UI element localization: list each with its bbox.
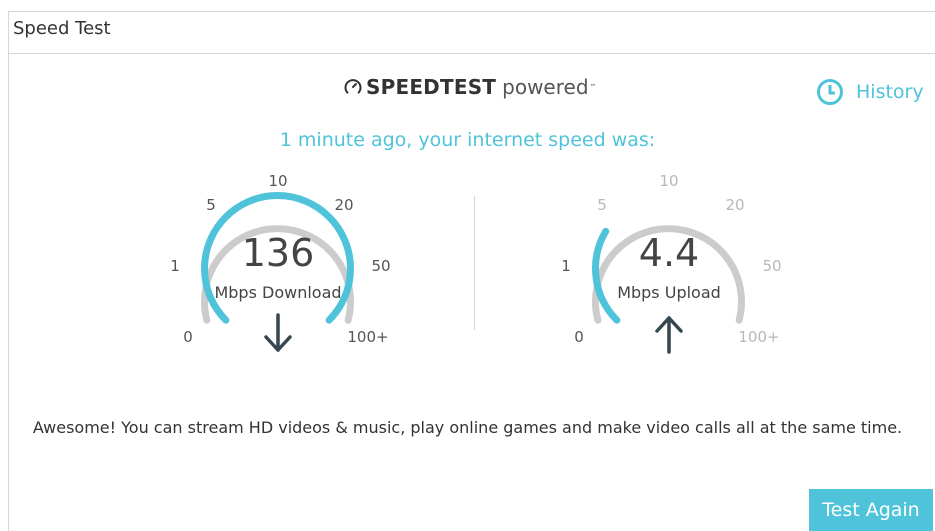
download-tick-5: 5 bbox=[206, 196, 216, 214]
arrow-down-icon bbox=[264, 313, 292, 352]
upload-tick-5: 5 bbox=[597, 196, 607, 214]
gauge-divider bbox=[474, 196, 475, 330]
speed-message: Awesome! You can stream HD videos & musi… bbox=[32, 418, 903, 437]
upload-tick-10: 10 bbox=[659, 172, 678, 190]
upload-tick-1: 1 bbox=[561, 257, 571, 275]
test-again-button[interactable]: Test Again bbox=[809, 489, 933, 531]
download-tick-100: 100+ bbox=[347, 328, 388, 346]
download-gauge: 0 1 5 10 20 50 100+ 136 Mbps Download bbox=[170, 172, 391, 352]
upload-gauge: 0 1 5 10 20 50 100+ 4.4 Mbps Upload bbox=[561, 172, 782, 354]
download-unit: Mbps Download bbox=[214, 283, 341, 302]
download-value: 136 bbox=[242, 231, 315, 275]
arrow-up-icon bbox=[655, 316, 683, 354]
download-tick-0: 0 bbox=[183, 328, 193, 346]
download-tick-20: 20 bbox=[334, 196, 353, 214]
upload-tick-100: 100+ bbox=[738, 328, 779, 346]
download-tick-50: 50 bbox=[371, 257, 390, 275]
upload-tick-20: 20 bbox=[725, 196, 744, 214]
upload-tick-50: 50 bbox=[762, 257, 781, 275]
upload-value: 4.4 bbox=[639, 231, 699, 275]
download-tick-1: 1 bbox=[170, 257, 180, 275]
upload-tick-0: 0 bbox=[574, 328, 584, 346]
gauges: 0 1 5 10 20 50 100+ 136 Mbps Download 0 … bbox=[170, 172, 782, 354]
download-tick-10: 10 bbox=[268, 172, 287, 190]
upload-unit: Mbps Upload bbox=[617, 283, 721, 302]
